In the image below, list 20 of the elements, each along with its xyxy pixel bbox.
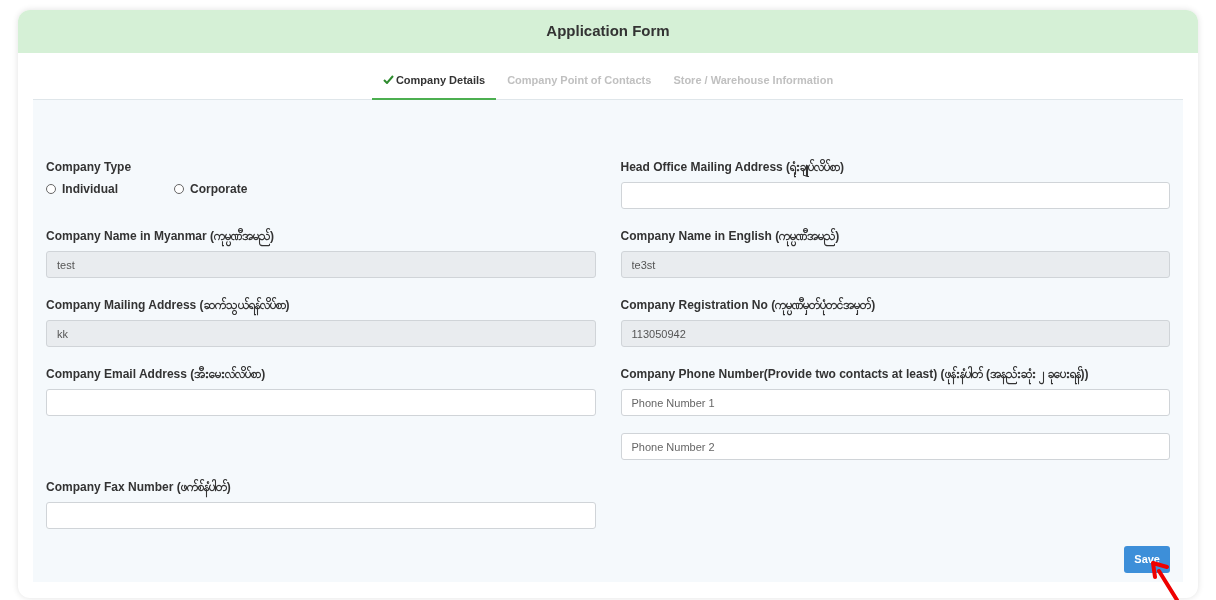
pointer-arrow-icon — [1150, 561, 1180, 600]
field-label: Company Mailing Address (ဆက်သွယ်ရန်လိပ်စာ) — [46, 296, 290, 314]
radio-button[interactable] — [174, 184, 184, 194]
input-field[interactable] — [46, 389, 596, 416]
field-label: Company Name in Myanmar (ကုမ္ပဏီအမည်) — [46, 227, 275, 245]
field-label: Head Office Mailing Address (ရုံးချုပ်လိပ်စာ) — [620, 158, 845, 176]
field-label: Company Type — [46, 159, 132, 176]
field-label: Company Phone Number(Provide two contacts at least) (ဖုန်းနံပါတ် (အနည်းဆုံး ၂ ခုပေးရန်)) — [620, 365, 1089, 383]
radio-button[interactable] — [46, 184, 56, 194]
field-label: Company Name in English (ကုမ္ပဏီအမည်) — [620, 227, 840, 245]
form-title: Application Form — [546, 21, 670, 42]
field-label: Company Registration No (ကုမ္ပဏီမှတ်ပုံတင်အမှတ်) — [620, 296, 876, 314]
input-field[interactable] — [620, 182, 1170, 209]
field-label: Company Fax Number (ဖက်စ်နံပါတ်) — [46, 478, 231, 496]
field-label: Company Email Address (အီးမေးလ်လိပ်စာ) — [46, 365, 266, 383]
input-field[interactable]: Phone Number 1 — [620, 389, 1170, 416]
radio-option[interactable]: Individual — [46, 180, 134, 198]
input-field[interactable] — [46, 502, 596, 529]
input-field[interactable]: Phone Number 2 — [620, 433, 1170, 460]
radio-option[interactable]: Corporate — [174, 180, 262, 198]
